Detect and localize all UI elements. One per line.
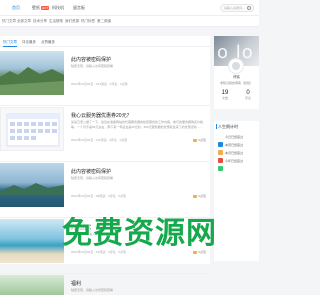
nav-tech[interactable]: 科技机 (52, 5, 64, 11)
tab-most-likes[interactable]: 点赞最多 (41, 40, 55, 45)
calendar-image (6, 113, 60, 147)
countdown-swatch (218, 166, 223, 171)
post-thumbnail[interactable] (0, 51, 64, 95)
nav-guestbook[interactable]: 留言板 (73, 5, 85, 11)
post-title[interactable]: 此内容被密码保护 (71, 56, 111, 63)
thumbs-up-icon (193, 250, 198, 254)
subnav-item[interactable]: 全部文章 (17, 19, 31, 24)
countdown-row: 今年已经度过 (218, 158, 256, 171)
tab-hot[interactable]: 热门文章 (3, 40, 17, 45)
widget-accent-bar (216, 124, 217, 129)
like-count[interactable]: 0点赞 (193, 194, 206, 198)
countdown-label: 今年已经度过 (225, 159, 244, 163)
post-excerpt: 缺密无意，请输入访问密码查看 (71, 176, 114, 180)
countdown-label: 今日已经度过 (225, 135, 244, 139)
post-thumbnail[interactable] (0, 163, 64, 207)
countdown-label: 本周已经度过 (225, 143, 244, 147)
post-meta: 2022年04月02日 · 151阅读 · 0评论 · 0点赞 (71, 82, 128, 86)
post-thumbnail[interactable] (0, 275, 64, 295)
sub-navbar: 热门文章 全部文章 技术分享 生活随笔 我们资源 热门标签 第二频道 (0, 16, 259, 27)
post-item[interactable]: 此内容被密码保护 缺密无意，请输入访问密码查看 2022年04月02日 · 15… (0, 46, 210, 106)
countdown-row: 本周已经度过 (218, 142, 256, 155)
subnav-item[interactable]: 我们资源 (65, 19, 79, 24)
search-placeholder: 请输入关键词... (224, 6, 245, 10)
stat-label: 文章 (221, 96, 228, 100)
post-title[interactable]: 我心云服务器优惠券20元？ (71, 112, 132, 119)
top-navbar: 首页 壁纸 HOT 科技机 留言板 请输入关键词... (0, 0, 259, 16)
widget-title: 人生倒计时 (218, 124, 238, 129)
nav-wallpaper-label: 壁纸 (32, 5, 40, 10)
like-count[interactable]: 0点赞 (193, 138, 206, 142)
watermark-overlay: 免费资源网 (62, 216, 217, 251)
post-title[interactable]: 福利 (71, 280, 81, 287)
post-excerpt: 某某云老公做了一下，最近在准备网站的代理服务器的续费服务的工作内容，他们的服务器… (71, 120, 204, 129)
countdown-label: 本月已经度过 (225, 151, 244, 155)
profile-bio: 非知识我的博客（纪检） (219, 81, 253, 85)
subnav-item[interactable]: 技术分享 (33, 19, 47, 24)
subnav-item[interactable]: 热门文章 (2, 19, 16, 24)
nav-home[interactable]: 首页 (12, 5, 20, 11)
subnav-item[interactable]: 热门标签 (81, 19, 95, 24)
coast-image (0, 183, 64, 195)
thumbs-up-icon (193, 138, 198, 142)
stat-label: 评论 (244, 96, 251, 100)
landscape-image (0, 67, 64, 95)
countdown-row: 今日已经度过 (218, 134, 256, 147)
post-excerpt: 缺密无意，请输入访问密码查看 (71, 64, 114, 68)
profile-username[interactable]: 博客 (214, 75, 259, 80)
like-label: 0点赞 (198, 194, 206, 198)
post-meta: 2022年04月02日 · 111阅读 · 0评论 · 0点赞 (71, 138, 128, 142)
nav-wallpaper[interactable]: 壁纸 HOT (32, 5, 50, 11)
post-meta: 2022年04月02日 · 98阅读 · 0评论 · 0点赞 (71, 194, 127, 198)
post-excerpt: 缺密无意，请输入访问密码查看 (71, 288, 114, 292)
thumbs-up-icon (193, 194, 198, 198)
stat-comments[interactable]: 0 评论 (237, 90, 259, 100)
stat-articles[interactable]: 19 文章 (214, 90, 236, 100)
post-thumbnail[interactable] (0, 107, 64, 151)
hot-badge: HOT (41, 6, 50, 10)
avatar-image (232, 62, 240, 70)
post-thumbnail[interactable] (0, 219, 64, 263)
post-item[interactable]: 福利 缺密无意，请输入访问密码查看 (0, 270, 210, 295)
subnav-item[interactable]: 第二频道 (97, 19, 111, 24)
avatar[interactable] (228, 58, 244, 74)
subnav-item[interactable]: 生活随笔 (49, 19, 63, 24)
profile-card: o lo 博客 非知识我的博客（纪检） 19 文章 0 评论 (214, 36, 259, 109)
search-icon[interactable] (247, 6, 251, 10)
like-label: 0点赞 (198, 138, 206, 142)
tab-most-comments[interactable]: 评论最多 (22, 40, 36, 45)
post-title[interactable]: 此内容被密码保护 (71, 168, 111, 175)
countdown-row: 本月已经度过 (218, 150, 256, 163)
search-input[interactable]: 请输入关键词... (220, 4, 254, 12)
post-item[interactable]: 我心云服务器优惠券20元？ 某某云老公做了一下，最近在准备网站的代理服务器的续费… (0, 102, 210, 162)
